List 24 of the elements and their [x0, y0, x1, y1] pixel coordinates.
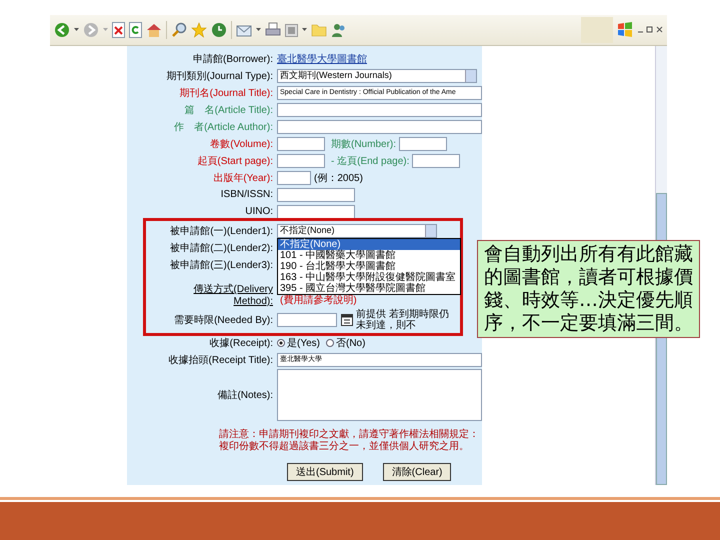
field-label: 被申請館(二)(Lender2):: [169, 242, 274, 254]
callout-tooltip: 會自動列出所有有此館藏的圖書館，讀者可根據價錢、時效等…決定優先順序，不一定要填滿三間。: [477, 240, 700, 338]
field-label: 申請館(Borrower):: [192, 52, 274, 66]
field-label: 期數(Number):: [330, 138, 398, 150]
field-label: UINO:: [244, 206, 274, 217]
field-label: 卷數(Volume):: [209, 138, 274, 150]
copyright-notice: 請注意：申請期刊複印之文獻，請遵守著作權法相關規定：複印份數不得超過該書三分之一，並僅供個人研究之用。: [219, 429, 480, 453]
fee-hint: (費用請參考說明): [279, 294, 357, 307]
field-label: 需要時限(Needed By):: [173, 314, 274, 327]
example-hint: (例：2005): [313, 172, 363, 184]
field-label: 篇 名(Article Title):: [184, 104, 274, 116]
field-label: 被申請館(三)(Lender3):: [169, 258, 274, 272]
field-label: 被申請館(一)(Lender1):: [169, 224, 274, 238]
deadline-hint: 前提供 若到期時限仍未到達，則不: [355, 309, 450, 331]
field-label: 備註(Notes):: [216, 388, 274, 402]
field-label: 作 者(Article Author):: [173, 120, 274, 134]
field-label: - 迄頁(End page):: [330, 154, 410, 168]
field-label: 起頁(Start page):: [196, 154, 274, 168]
field-label: 出版年(Year):: [212, 172, 274, 184]
field-label: 期刊名(Journal Title):: [178, 86, 274, 100]
field-label: 收據抬頭(Receipt Title):: [168, 354, 274, 366]
field-label: ISBN/ISSN:: [220, 189, 274, 200]
field-label: 收據(Receipt):: [208, 336, 274, 350]
field-label: 期刊類別(Journal Type):: [165, 70, 274, 82]
